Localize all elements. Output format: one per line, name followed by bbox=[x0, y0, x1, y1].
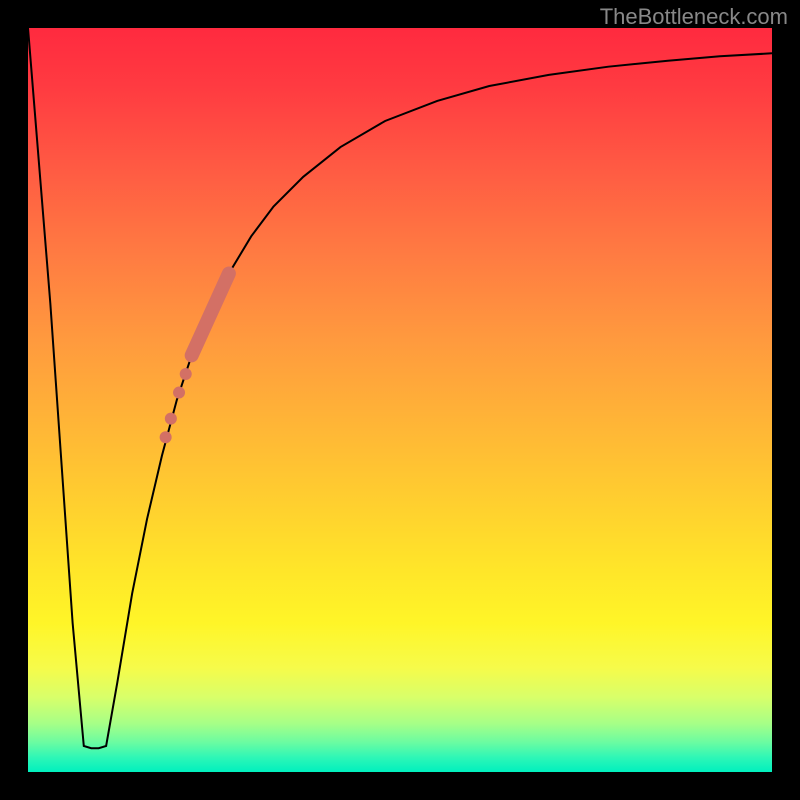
highlight-group bbox=[160, 274, 229, 444]
highlight-point bbox=[180, 368, 192, 380]
highlight-point bbox=[160, 431, 172, 443]
highlight-point bbox=[165, 413, 177, 425]
highlight-point bbox=[173, 387, 185, 399]
plot-area bbox=[28, 28, 772, 772]
highlight-segment bbox=[192, 274, 229, 356]
curve-layer bbox=[28, 28, 772, 772]
watermark-text: TheBottleneck.com bbox=[600, 4, 788, 30]
bottleneck-curve bbox=[28, 28, 772, 748]
chart-container: TheBottleneck.com bbox=[0, 0, 800, 800]
